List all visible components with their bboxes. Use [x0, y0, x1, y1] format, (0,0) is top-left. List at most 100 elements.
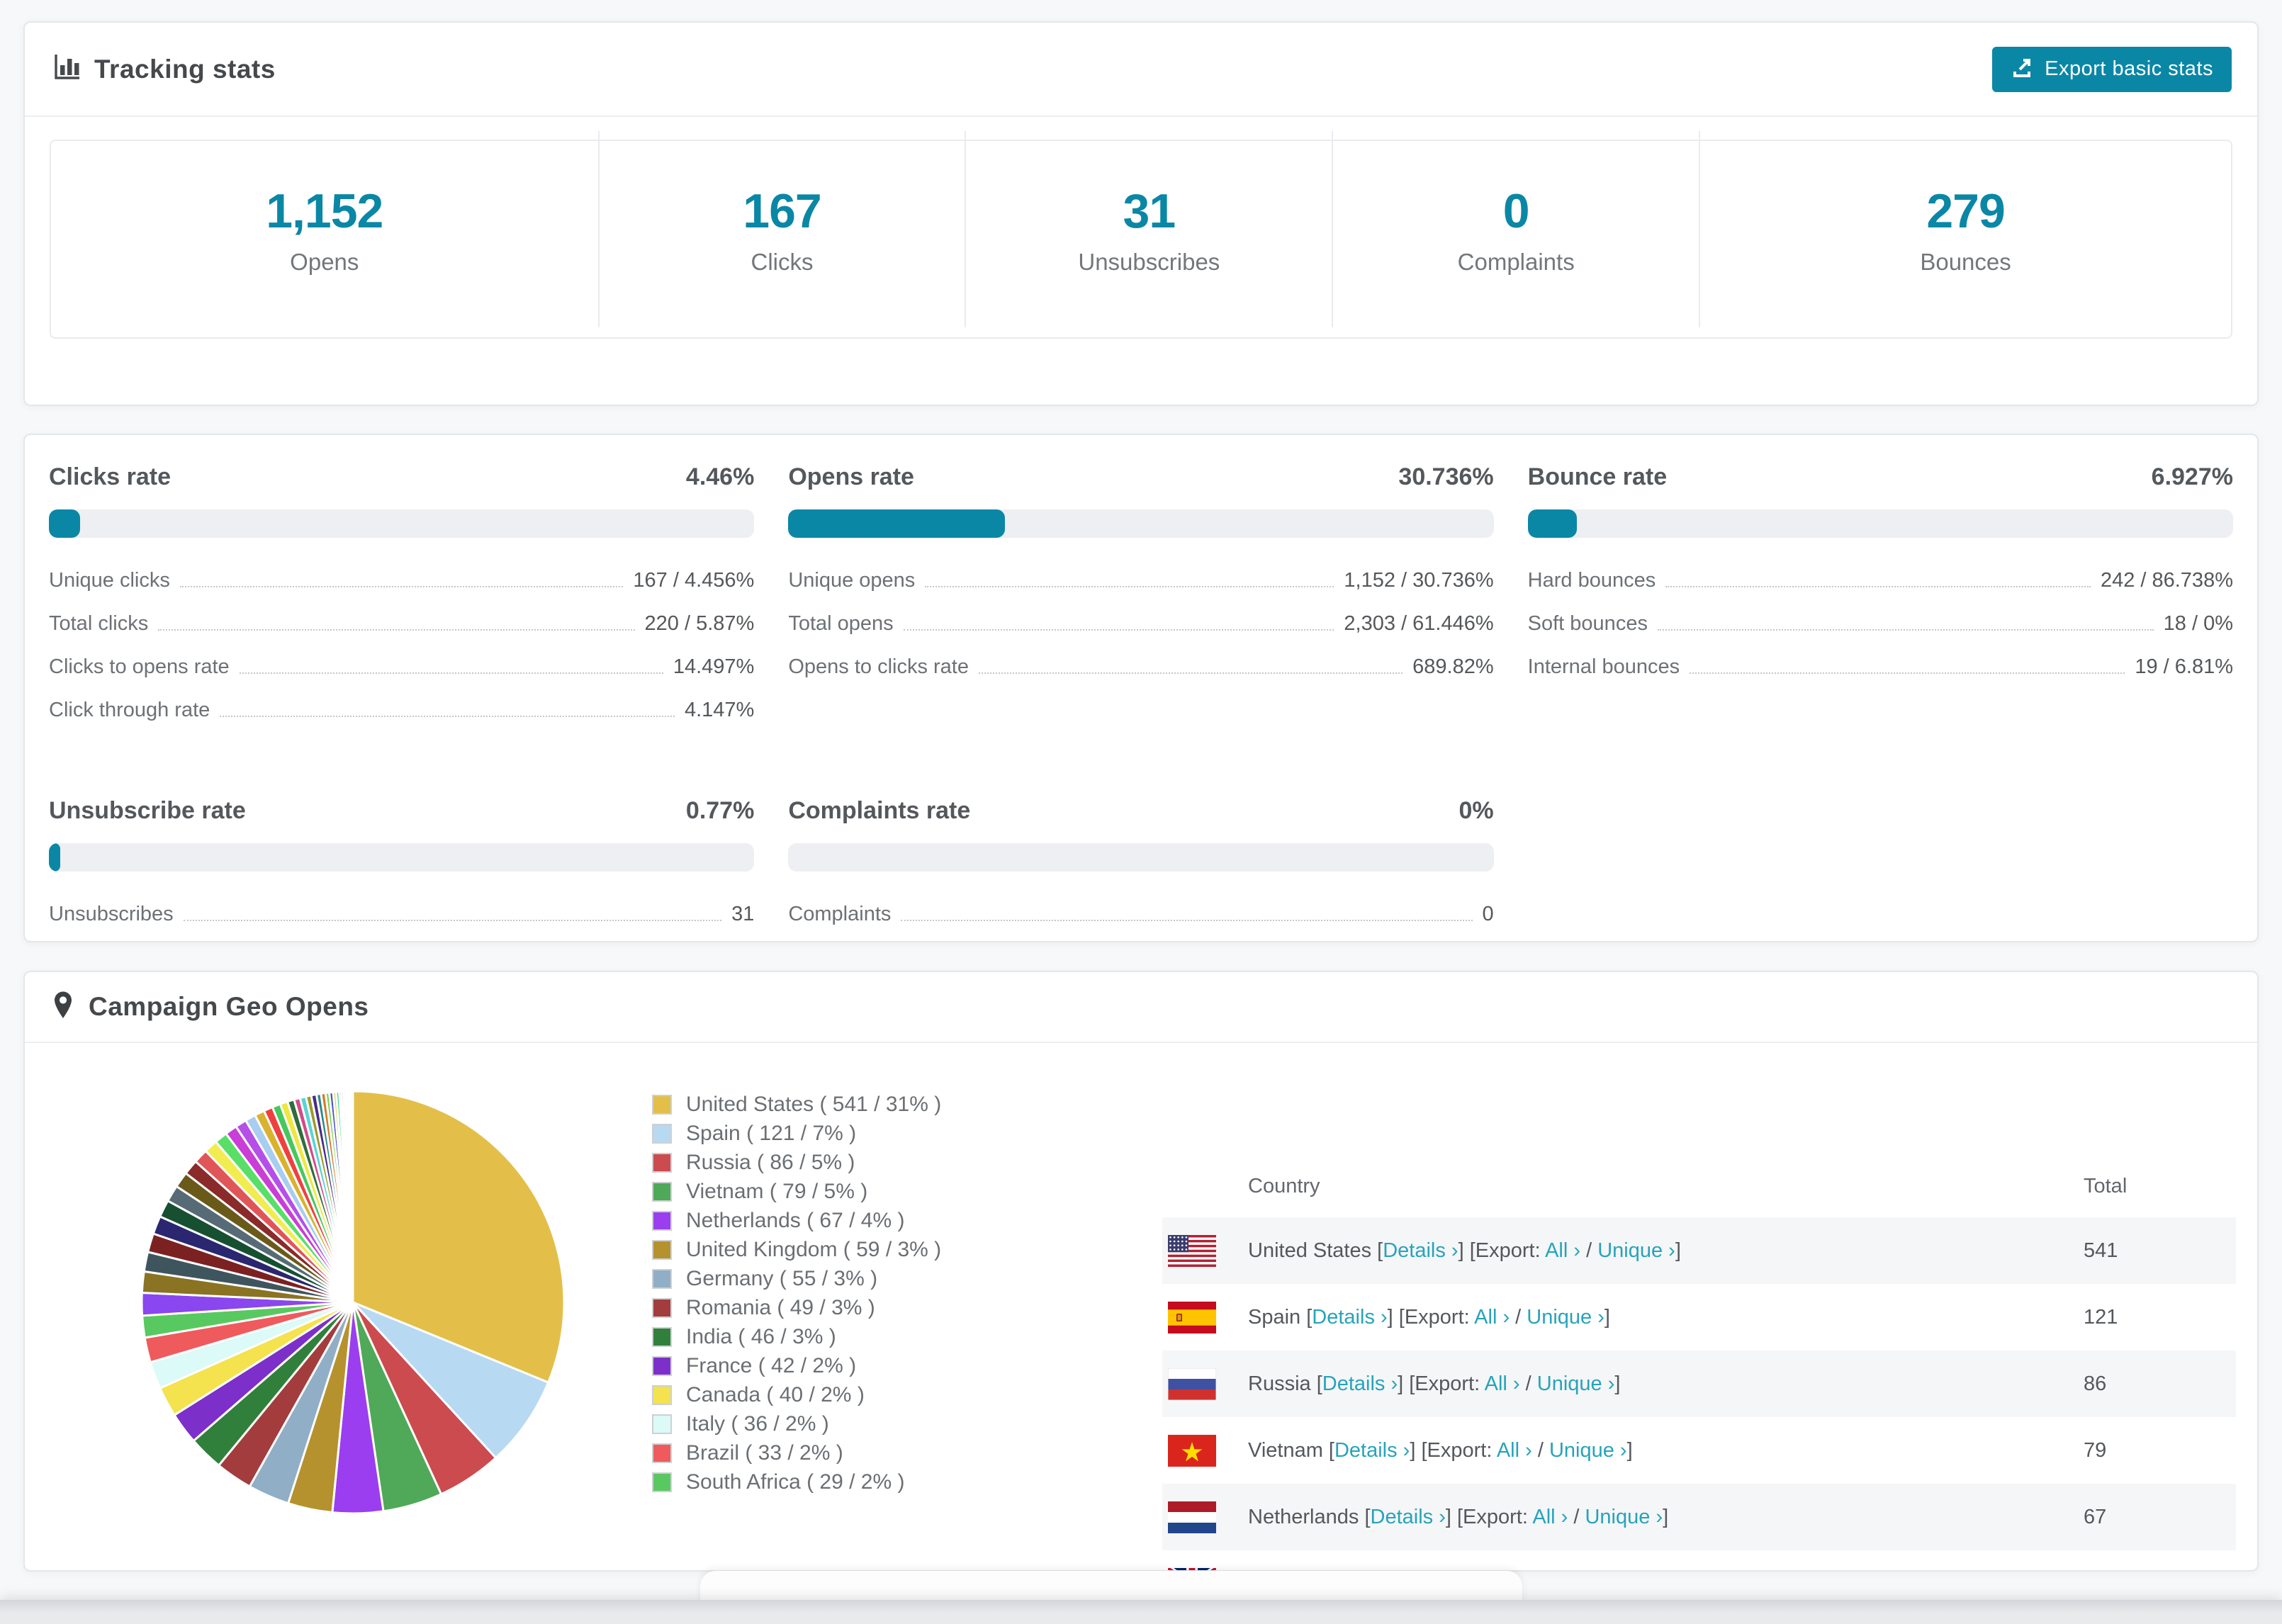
- rate-section-unsubscribe-rate: Unsubscribe rate 0.77% Unsubscribes 31: [49, 797, 755, 946]
- legend-swatch: [652, 1152, 672, 1173]
- slash: /: [1580, 1239, 1598, 1262]
- export-all-link[interactable]: All ›: [1485, 1372, 1520, 1395]
- rate-title-row: Complaints rate 0%: [788, 797, 1493, 825]
- details-link[interactable]: Details ›: [1334, 1439, 1410, 1462]
- export-basic-stats-button[interactable]: Export basic stats: [1992, 46, 2232, 92]
- table-row-nl: Netherlands [Details ›] [Export: All › /…: [1162, 1484, 2236, 1550]
- bracket: [: [1328, 1438, 1334, 1462]
- legend-swatch: [652, 1443, 672, 1463]
- export-all-link[interactable]: All ›: [1532, 1506, 1568, 1528]
- legend-swatch: [652, 1355, 672, 1376]
- rate-row-label: Internal bounces: [1527, 655, 1680, 678]
- total-cell: 121: [2084, 1305, 2118, 1329]
- progress-bar: [49, 843, 755, 872]
- legend-item: United States ( 541 / 31% ): [652, 1090, 941, 1119]
- rate-title-row: Opens rate 30.736%: [788, 463, 1493, 491]
- legend-swatch: [652, 1210, 672, 1231]
- export-unique-link[interactable]: Unique ›: [1597, 1239, 1675, 1262]
- progress-bar: [1527, 509, 2233, 538]
- summary-stat-bounces: 279 Bounces: [1699, 131, 2231, 327]
- rate-row-label: Total opens: [788, 612, 894, 635]
- rate-row-label: Unique opens: [788, 569, 916, 592]
- legend-item: Canada ( 40 / 2% ): [652, 1380, 941, 1409]
- country-name: Russia: [1248, 1372, 1317, 1395]
- rate-title: Opens rate: [788, 463, 914, 490]
- export-unique-link[interactable]: Unique ›: [1549, 1439, 1627, 1462]
- bracket: ]: [1614, 1372, 1621, 1395]
- pie-slice[interactable]: [351, 1090, 354, 1304]
- bar-chart-icon: [50, 52, 82, 86]
- rate-row: Internal bounces 19 / 6.81%: [1528, 655, 2233, 679]
- legend-swatch: [652, 1297, 672, 1318]
- legend-swatch: [652, 1123, 672, 1144]
- country-name: United States: [1248, 1239, 1378, 1262]
- map-pin-icon: [50, 991, 76, 1024]
- export-all-link[interactable]: All ›: [1497, 1439, 1532, 1462]
- legend-label: Brazil ( 33 / 2% ): [686, 1440, 843, 1465]
- rate-row-label: Click through rate: [49, 699, 210, 721]
- geo-table: Country Total United States [Details ›] …: [1162, 1155, 2236, 1570]
- legend-label: Italy ( 36 / 2% ): [686, 1411, 829, 1436]
- rate-row-label: Unsubscribes: [49, 903, 174, 925]
- country-name: Netherlands: [1248, 1505, 1365, 1528]
- rate-value: 0.77%: [685, 797, 755, 824]
- flag-es-icon: [1168, 1301, 1216, 1333]
- slash: /: [1531, 1438, 1549, 1462]
- rate-value: 4.46%: [685, 463, 755, 490]
- country-cell: Spain [Details ›] [Export: All › / Uniqu…: [1248, 1306, 2084, 1329]
- export-unique-link[interactable]: Unique ›: [1527, 1306, 1604, 1329]
- flag-cell: [1168, 1301, 1222, 1333]
- rate-title: Unsubscribe rate: [49, 797, 246, 824]
- export-all-link[interactable]: All ›: [1474, 1306, 1510, 1329]
- rate-row-value: 220 / 5.87%: [644, 612, 755, 635]
- rate-section-opens-rate: Opens rate 30.736% Unique opens 1,152 / 30.…: [788, 463, 1494, 699]
- bracket: ]: [1626, 1438, 1633, 1462]
- legend-swatch: [652, 1268, 672, 1289]
- export-unique-link[interactable]: Unique ›: [1537, 1372, 1615, 1395]
- progress-bar-fill: [1527, 509, 1577, 538]
- slash: /: [1519, 1372, 1537, 1395]
- legend-swatch: [652, 1414, 672, 1434]
- legend-item: South Africa ( 29 / 2% ): [652, 1467, 941, 1496]
- details-link[interactable]: Details ›: [1312, 1306, 1387, 1329]
- slash: /: [1510, 1305, 1527, 1329]
- rate-row: Clicks to opens rate 14.497%: [49, 655, 754, 679]
- details-link[interactable]: Details ›: [1322, 1372, 1398, 1395]
- legend-swatch: [652, 1239, 672, 1260]
- details-link[interactable]: Details ›: [1383, 1239, 1458, 1262]
- geo-pie-chart: [140, 1090, 566, 1515]
- legend-label: South Africa ( 29 / 2% ): [686, 1470, 905, 1494]
- rate-row: Unique opens 1,152 / 30.736%: [788, 569, 1493, 592]
- legend-swatch: [652, 1094, 672, 1115]
- total-cell: 86: [2084, 1372, 2107, 1395]
- stat-value: 167: [743, 184, 821, 238]
- dotted-leader: [220, 716, 675, 717]
- export-unique-link[interactable]: Unique ›: [1585, 1506, 1663, 1528]
- geo-title: Campaign Geo Opens: [89, 992, 369, 1021]
- rate-row-label: Hard bounces: [1527, 569, 1656, 592]
- rate-row: Click through rate 4.147%: [49, 699, 754, 722]
- summary-stat-unsubscribes: 31 Unsubscribes: [965, 131, 1332, 327]
- table-row-gb: United Kingdom [Details ›] [Export: All …: [1162, 1550, 2236, 1570]
- details-link[interactable]: Details ›: [1371, 1506, 1446, 1528]
- rate-row-value: 0: [1482, 903, 1494, 925]
- rate-row-value: 14.497%: [673, 655, 755, 678]
- legend-swatch: [652, 1472, 672, 1492]
- stat-value: 1,152: [266, 184, 383, 238]
- rate-value: 30.736%: [1398, 463, 1494, 490]
- legend-item: Spain ( 121 / 7% ): [652, 1119, 941, 1148]
- rate-title: Bounce rate: [1527, 463, 1668, 490]
- export-all-link[interactable]: All ›: [1545, 1239, 1580, 1262]
- rate-row-value: 2,303 / 61.446%: [1344, 612, 1494, 635]
- legend-swatch: [652, 1181, 672, 1202]
- legend-item: Germany ( 55 / 3% ): [652, 1264, 941, 1293]
- legend-label: Romania ( 49 / 3% ): [686, 1295, 875, 1319]
- progress-bar-fill: [49, 509, 81, 538]
- rate-rows: Unique clicks 167 / 4.456% Total clicks 220…: [49, 569, 754, 722]
- stat-label: Complaints: [1457, 248, 1575, 275]
- stat-label: Bounces: [1920, 248, 2011, 275]
- legend-label: France ( 42 / 2% ): [686, 1353, 857, 1377]
- summary-stats-box: 1,152 Opens 167 Clicks 31 Unsubscribes 0 Compla…: [50, 131, 2232, 339]
- bracket: [: [1364, 1505, 1371, 1528]
- rate-title-row: Unsubscribe rate 0.77%: [49, 797, 754, 825]
